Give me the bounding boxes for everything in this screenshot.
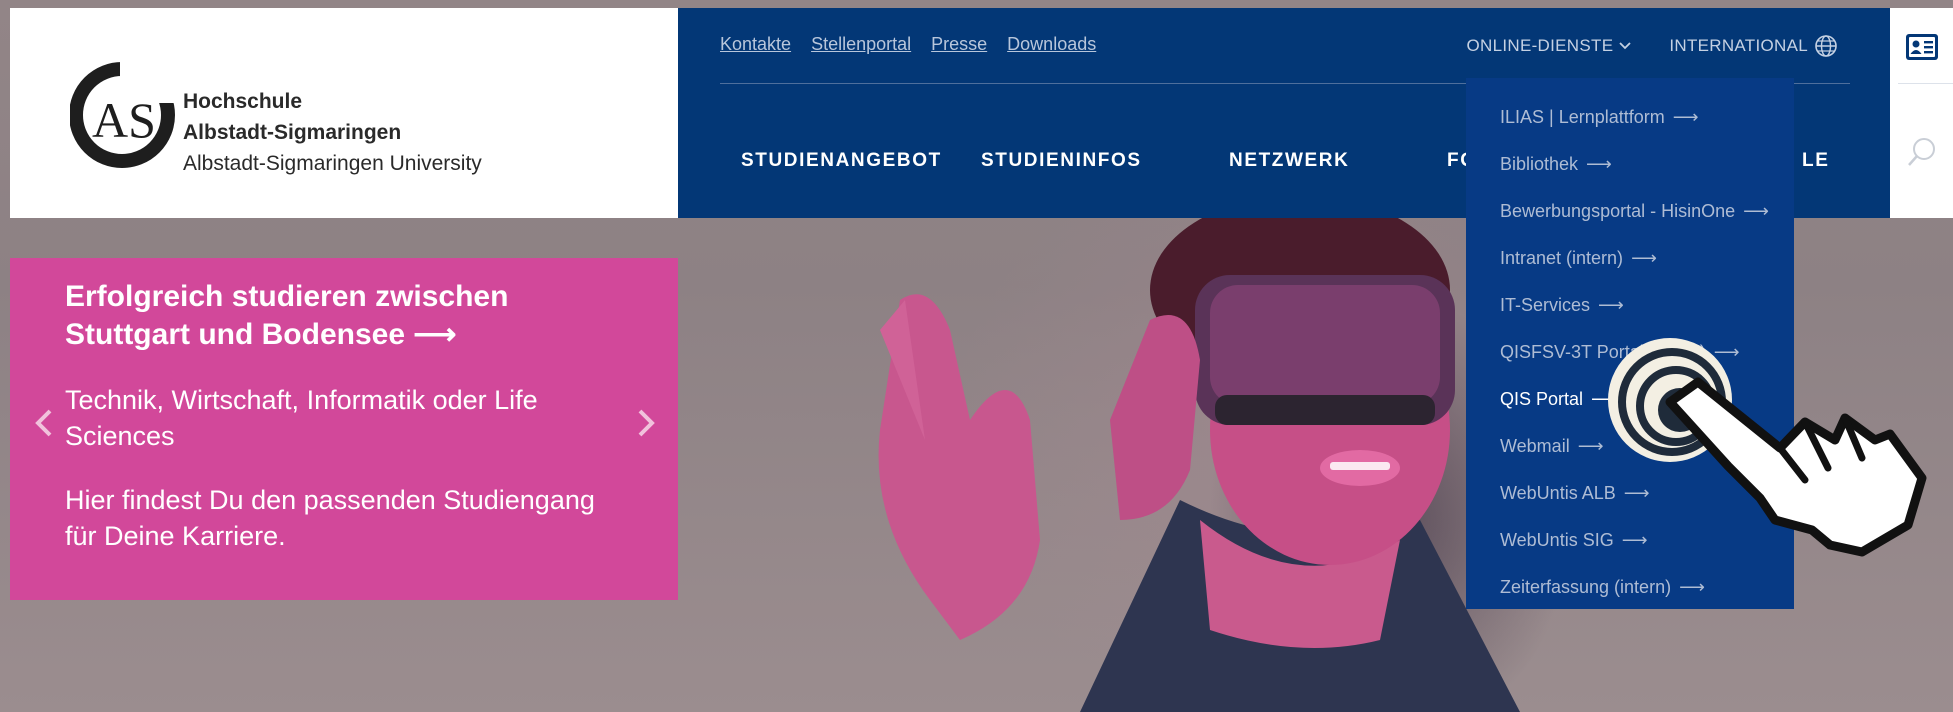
contact-card-icon[interactable] (1905, 33, 1939, 61)
logo-area[interactable]: AS Hochschule Albstadt-Sigmaringen Albst… (10, 8, 678, 218)
dropdown-item-bewerbungsportal[interactable]: Bewerbungsportal - HisinOne ⟶ (1466, 188, 1794, 235)
dropdown-item-label: Intranet (intern) (1500, 248, 1624, 268)
link-downloads[interactable]: Downloads (1007, 34, 1096, 55)
arrow-right-icon: ⟶ (413, 318, 457, 351)
teaser-text-2: Hier findest Du den passenden Studiengan… (65, 485, 595, 551)
nav-studieninfos[interactable]: STUDIENINFOS (981, 150, 1142, 172)
dropdown-item-intranet[interactable]: Intranet (intern) ⟶ (1466, 235, 1794, 282)
nav-hochschule[interactable]: LE (1802, 150, 1829, 172)
teaser-text-1: Technik, Wirtschaft, Informatik oder Lif… (65, 385, 538, 451)
dropdown-item-label: Bibliothek (1500, 154, 1579, 174)
arrow-right-icon: ⟶ (1672, 107, 1699, 127)
logo-mark-text: AS (92, 92, 156, 148)
chevron-left-icon[interactable] (33, 408, 55, 438)
dropdown-item-label: Webmail (1500, 436, 1570, 456)
dropdown-item-ilias[interactable]: ILIAS | Lernplattform ⟶ (1466, 94, 1794, 141)
dropdown-item-zeiterfassung[interactable]: Zeiterfassung (intern) ⟶ (1466, 564, 1794, 611)
dropdown-item-bibliothek[interactable]: Bibliothek ⟶ (1466, 141, 1794, 188)
link-stellenportal[interactable]: Stellenportal (811, 34, 911, 55)
link-kontakte[interactable]: Kontakte (720, 34, 791, 55)
dropdown-item-label: QIS Portal (1500, 389, 1584, 409)
dropdown-item-label: ILIAS | Lernplattform (1500, 107, 1665, 127)
arrow-right-icon: ⟶ (1598, 295, 1624, 315)
logo-line-2: Albstadt-Sigmaringen (183, 121, 402, 144)
dropdown-item-it-services[interactable]: IT-Services ⟶ (1466, 282, 1794, 329)
logo-text: Hochschule Albstadt-Sigmaringen Albstadt… (183, 86, 482, 179)
pointing-hand-cursor-icon (1608, 338, 1927, 557)
nav-netzwerk[interactable]: NETZWERK (1229, 150, 1349, 172)
top-links: Kontakte Stellenportal Presse Downloads (720, 34, 1096, 55)
arrow-right-icon: ⟶ (1743, 201, 1769, 221)
international-menu[interactable]: INTERNATIONAL (1669, 34, 1838, 58)
online-dienste-label: ONLINE-DIENSTE (1466, 36, 1614, 55)
international-label: INTERNATIONAL (1669, 36, 1808, 55)
top-right-menu: ONLINE-DIENSTE INTERNATIONAL (1467, 34, 1839, 58)
university-logo-icon: AS (70, 53, 180, 168)
globe-icon (1815, 35, 1837, 57)
dropdown-item-label: WebUntis SIG (1500, 530, 1614, 550)
link-presse[interactable]: Presse (931, 34, 987, 55)
dropdown-item-label: Zeiterfassung (intern) (1500, 577, 1672, 597)
arrow-right-icon: ⟶ (1586, 154, 1612, 174)
side-toolbar (1890, 8, 1953, 218)
dropdown-item-label: IT-Services (1500, 295, 1591, 315)
arrow-right-icon: ⟶ (1679, 577, 1705, 597)
dropdown-item-label: WebUntis ALB (1500, 483, 1616, 503)
teaser-heading[interactable]: Erfolgreich studieren zwischen Stuttgart… (65, 278, 585, 354)
sidebar-divider (1898, 83, 1953, 84)
nav-studienangebot[interactable]: STUDIENANGEBOT (741, 150, 942, 172)
arrow-right-icon: ⟶ (1631, 248, 1657, 268)
logo-line-1: Hochschule (183, 90, 303, 113)
logo-line-3: Albstadt-Sigmaringen University (183, 152, 482, 175)
chevron-down-icon (1619, 42, 1631, 50)
search-icon[interactable] (1906, 136, 1938, 168)
online-dienste-menu[interactable]: ONLINE-DIENSTE (1467, 36, 1632, 56)
dropdown-item-label: Bewerbungsportal - HisinOne (1500, 201, 1736, 221)
hero-teaser: Erfolgreich studieren zwischen Stuttgart… (10, 258, 678, 600)
chevron-right-icon[interactable] (635, 408, 657, 438)
